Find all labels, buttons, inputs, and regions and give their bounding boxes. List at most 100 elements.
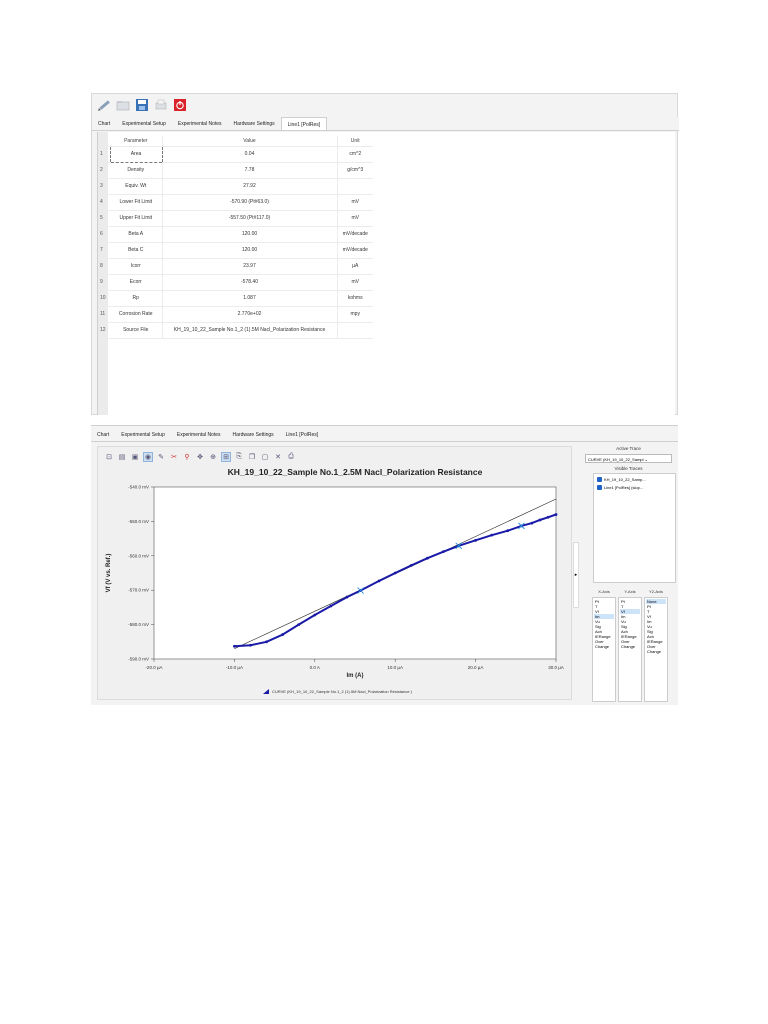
parameter-cell[interactable]: Rp <box>110 290 163 307</box>
table-row[interactable]: 8 Icorr 23.97 µA <box>98 258 373 275</box>
parameter-cell[interactable]: Beta A <box>110 226 163 243</box>
parameter-cell[interactable]: Beta C <box>110 242 163 259</box>
table-row[interactable]: 9 Ecorr -578.40 mV <box>98 274 373 291</box>
active-trace-select[interactable]: CURVE (KH_19_10_22_Sampl ⌄ <box>585 454 672 463</box>
tab-line1-polres[interactable]: Line1 [PolRes] <box>280 430 325 441</box>
unit-cell[interactable]: µA <box>337 258 373 275</box>
parameter-cell[interactable]: Density <box>110 162 163 179</box>
tab-chart[interactable]: Chart <box>91 430 115 441</box>
checkbox-checked-icon[interactable] <box>597 485 602 490</box>
export-icon[interactable]: ⎘ <box>234 452 244 462</box>
value-cell[interactable]: 1.087 <box>162 290 338 307</box>
value-cell[interactable]: 27.92 <box>162 178 338 195</box>
chart-icon[interactable]: ▤ <box>117 452 127 462</box>
value-cell[interactable]: 23.97 <box>162 258 338 275</box>
table-row[interactable]: 2 Density 7.78 g/cm^3 <box>98 162 373 179</box>
data-point <box>297 623 301 626</box>
table-row[interactable]: 10 Rp 1.087 kohms <box>98 290 373 307</box>
visible-trace-item[interactable]: KH_19_10_22_Samp... <box>597 477 672 482</box>
value-cell[interactable]: 120.00 <box>162 242 338 259</box>
y-tick-label: -560.0 mV <box>128 553 149 558</box>
cursor-icon[interactable]: ◉ <box>143 452 153 462</box>
unit-cell[interactable]: mpy <box>337 306 373 323</box>
unit-cell[interactable]: mV/decade <box>337 242 373 259</box>
value-cell[interactable]: -578.40 <box>162 274 338 291</box>
table-row[interactable]: 7 Beta C 120.00 mV/decade <box>98 242 373 259</box>
unit-cell[interactable]: kohms <box>337 290 373 307</box>
axis-option[interactable]: Change <box>620 644 640 649</box>
print-icon[interactable] <box>153 97 169 113</box>
parameter-cell[interactable]: Upper Fit Limit <box>110 210 163 227</box>
tab-line1-polres[interactable]: Line1 [PolRes] <box>280 117 328 130</box>
table-row[interactable]: 12 Source File KH_19_10_22_Sample No.1_2 (… <box>98 322 373 339</box>
value-cell[interactable]: 7.78 <box>162 162 338 179</box>
visible-trace-item[interactable]: Line1 [PolRes] (slop... <box>597 485 672 490</box>
table-row[interactable]: 1 Area 0.04 cm^2 <box>98 145 373 163</box>
parameter-cell[interactable]: Source File <box>110 322 163 339</box>
axis-option[interactable]: Change <box>594 644 614 649</box>
table-row[interactable]: 5 Upper Fit Limit -557.50 (Pt#117.0) mV <box>98 210 373 227</box>
search-cut-icon[interactable]: ⚲ <box>182 452 192 462</box>
value-cell[interactable]: 120.00 <box>162 226 338 243</box>
table-row[interactable]: 3 Equiv. Wt 27.92 <box>98 178 373 195</box>
y-tick-label: -580.0 mV <box>128 622 149 627</box>
parameter-cell[interactable]: Area <box>109 145 163 163</box>
pan-icon[interactable]: ✥ <box>195 452 205 462</box>
legend-label: CURVE (KH_19_10_22_Sample No.1_2 (1).5M … <box>272 689 412 694</box>
x-tick-label: -10.0 µA <box>226 665 243 670</box>
unit-cell[interactable] <box>337 322 373 339</box>
axis-option[interactable]: Change <box>646 649 666 654</box>
zoom-fit-icon[interactable]: ⊡ <box>104 452 114 462</box>
unit-cell[interactable]: mV/decade <box>337 226 373 243</box>
window-icon[interactable]: ▢ <box>260 452 270 462</box>
zoom-in-icon[interactable]: ⊕ <box>208 452 218 462</box>
parameter-cell[interactable]: Lower Fit Limit <box>110 194 163 211</box>
parameter-cell[interactable]: Icorr <box>110 258 163 275</box>
print-icon[interactable]: ⎙ <box>286 452 296 462</box>
x-axis-label: Im (A) <box>347 673 364 679</box>
value-cell[interactable]: KH_19_10_22_Sample No.1_2 (1).5M Nacl_Po… <box>162 322 338 339</box>
unit-cell[interactable]: mV <box>337 274 373 291</box>
axis-option-list[interactable]: Pt T Vf Im Vu Sig Ach IERange Over Change <box>592 597 616 702</box>
tab-experimental-notes[interactable]: Experimental Notes <box>171 430 227 441</box>
power-icon[interactable] <box>172 97 188 113</box>
value-cell[interactable]: -570.90 (Pt#63.0) <box>162 194 338 211</box>
x-tick-label: -20.0 µA <box>145 665 162 670</box>
copy-icon[interactable]: ❐ <box>247 452 257 462</box>
parameter-cell[interactable]: Ecorr <box>110 274 163 291</box>
tab-hardware-settings[interactable]: Hardware Settings <box>228 117 281 130</box>
polarization-chart[interactable]: KH_19_10_22_Sample No.1_2.5M Nacl_Polari… <box>98 463 571 685</box>
zoom-box-icon[interactable]: ⊞ <box>221 452 231 462</box>
tab-hardware-settings[interactable]: Hardware Settings <box>227 430 280 441</box>
axis-option-list[interactable]: None Pt T Vf Im Vu Sig Ach IERange Over Change <box>644 597 668 702</box>
parameter-cell[interactable]: Corrosion Rate <box>110 306 163 323</box>
parameter-cell[interactable]: Equiv. Wt <box>110 178 163 195</box>
table-row[interactable]: 11 Corrosion Rate 2.770e+02 mpy <box>98 306 373 323</box>
value-cell[interactable]: -557.50 (Pt#117.0) <box>162 210 338 227</box>
unit-cell[interactable] <box>337 178 373 195</box>
collapse-arrow-icon[interactable]: ▸ <box>573 542 579 608</box>
checkbox-checked-icon[interactable] <box>597 477 602 482</box>
marker-icon[interactable]: ✎ <box>156 452 166 462</box>
value-cell[interactable]: 0.04 <box>162 146 338 163</box>
unit-cell[interactable]: mV <box>337 194 373 211</box>
tab-chart[interactable]: Chart <box>92 117 116 130</box>
folder-icon[interactable] <box>115 97 131 113</box>
tab-experimental-notes[interactable]: Experimental Notes <box>172 117 228 130</box>
axis-option-list[interactable]: Pt T Vf Im Vu Sig Ach IERange Over Change <box>618 597 642 702</box>
unit-cell[interactable]: mV <box>337 210 373 227</box>
value-cell[interactable]: 2.770e+02 <box>162 306 338 323</box>
unit-cell[interactable]: g/cm^3 <box>337 162 373 179</box>
table-row[interactable]: 4 Lower Fit Limit -570.90 (Pt#63.0) mV <box>98 194 373 211</box>
save-icon[interactable] <box>134 97 150 113</box>
image-icon[interactable]: ▣ <box>130 452 140 462</box>
tab-experimental-setup[interactable]: Experimental Setup <box>116 117 172 130</box>
unit-cell[interactable]: cm^2 <box>337 146 373 163</box>
cut-icon[interactable]: ✂ <box>169 452 179 462</box>
pencil-icon[interactable] <box>96 97 112 113</box>
tab-experimental-setup[interactable]: Experimental Setup <box>115 430 171 441</box>
delete-icon[interactable]: ✕ <box>273 452 283 462</box>
y-tick-label: -570.0 mV <box>128 588 149 593</box>
data-point <box>265 640 268 644</box>
table-row[interactable]: 6 Beta A 120.00 mV/decade <box>98 226 373 243</box>
